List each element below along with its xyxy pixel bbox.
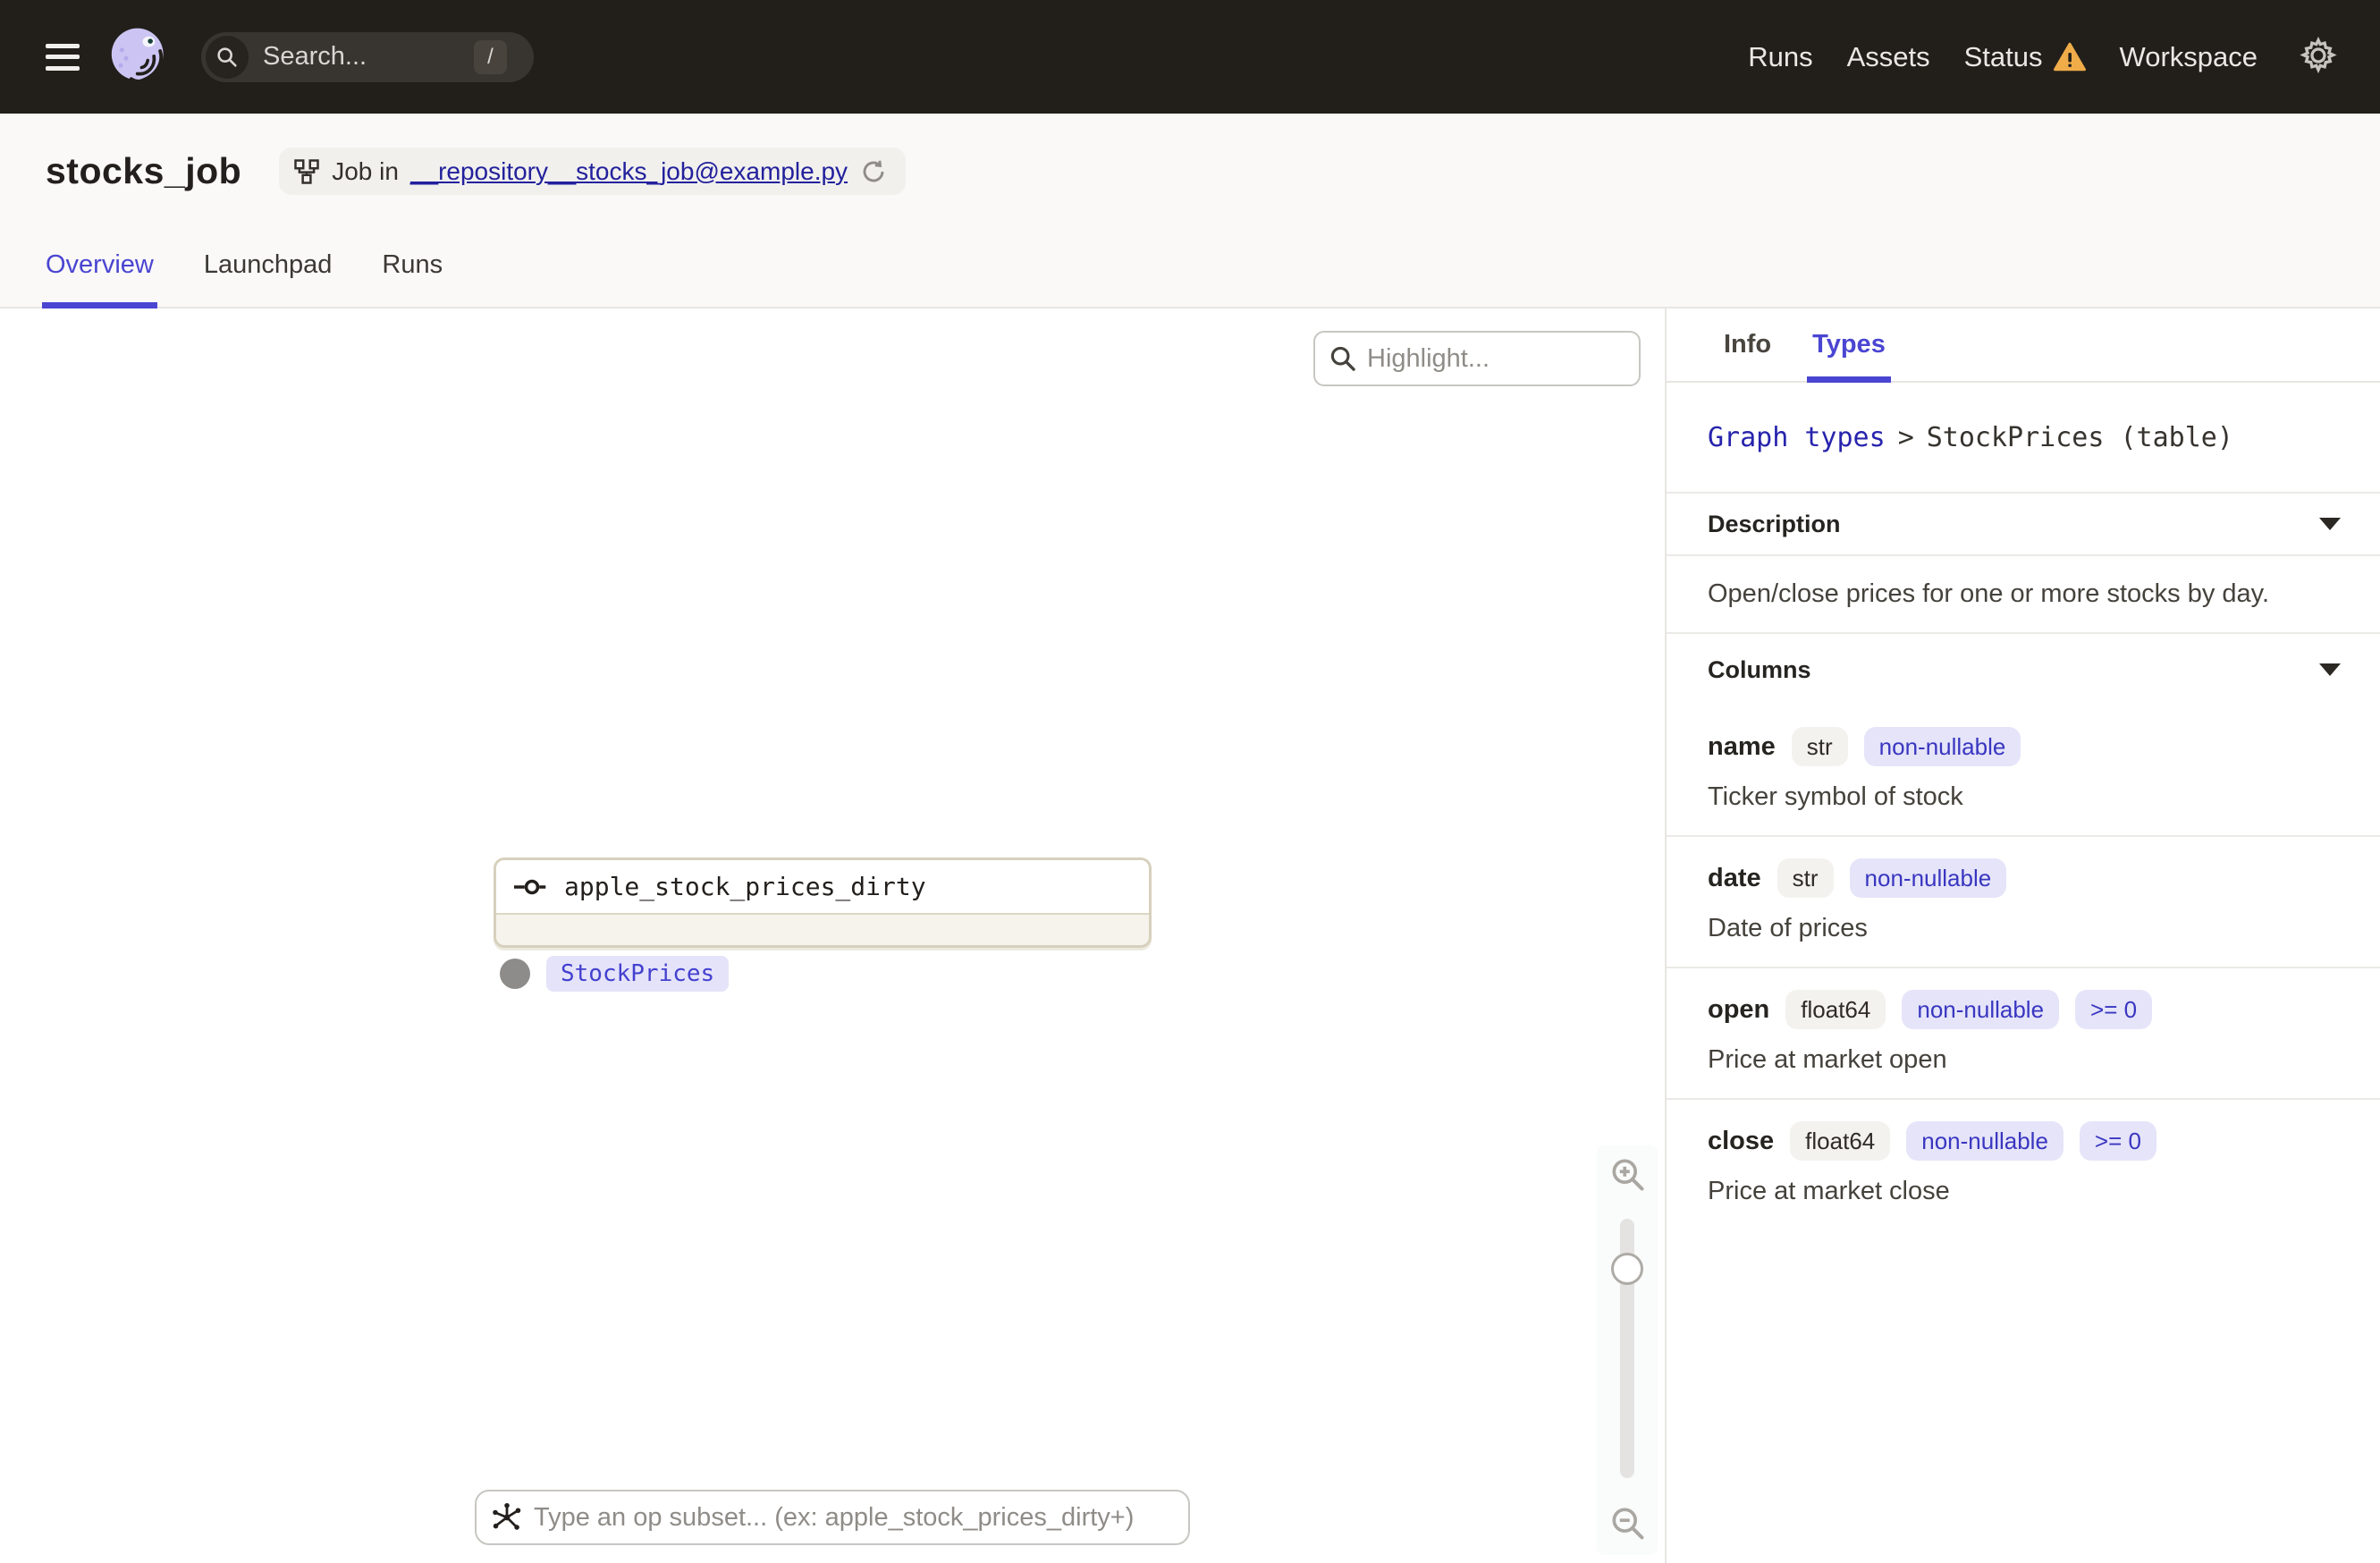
search-placeholder: Search... (263, 42, 367, 71)
op-subset-input[interactable] (534, 1502, 1174, 1533)
columns-list: name str non-nullable Ticker symbol of s… (1667, 705, 2380, 1229)
type-badge: str (1791, 727, 1848, 766)
page-header: stocks_job Job in __repository__stocks_j… (0, 114, 2380, 308)
highlight-search[interactable] (1313, 331, 1641, 386)
output-type-tag[interactable]: StockPrices (546, 956, 730, 992)
zoom-slider[interactable] (1611, 1219, 1643, 1478)
magnifier-icon (1328, 343, 1358, 374)
op-selector-icon (491, 1501, 523, 1533)
gear-icon (2299, 36, 2338, 78)
constraint-badge: >= 0 (2075, 990, 2153, 1029)
breadcrumb-current: StockPrices (table) (1926, 421, 2233, 453)
nav-assets[interactable]: Assets (1847, 41, 1930, 73)
constraint-badge: non-nullable (1902, 990, 2060, 1029)
search-icon (206, 35, 249, 79)
zoom-slider-thumb[interactable] (1611, 1253, 1643, 1285)
op-icon (514, 878, 550, 896)
top-navigation-bar: Search... / Runs Assets Status Workspace (0, 0, 2380, 114)
column-row-close: close float64 non-nullable >= 0 Price at… (1667, 1098, 2380, 1229)
active-tab-underline (42, 302, 157, 308)
op-node-apple-stock-prices-dirty[interactable]: apple_stock_prices_dirty (494, 858, 1152, 948)
active-tab-underline (1807, 376, 1891, 383)
repository-link[interactable]: __repository__stocks_job@example.py (410, 157, 848, 186)
sidebar-tab-info[interactable]: Info (1724, 308, 1771, 381)
settings-button[interactable] (2299, 36, 2338, 78)
hamburger-icon (46, 43, 80, 48)
zoom-out-icon[interactable] (1608, 1503, 1647, 1542)
sidebar-tab-types[interactable]: Types (1807, 308, 1891, 383)
refresh-icon[interactable] (859, 157, 888, 186)
highlight-input[interactable] (1367, 343, 1626, 374)
zoom-in-icon[interactable] (1608, 1154, 1647, 1194)
chevron-down-icon (2319, 663, 2341, 676)
nav-runs[interactable]: Runs (1748, 41, 1812, 73)
type-breadcrumb: Graph types > StockPrices (table) (1667, 383, 2380, 494)
column-row-name: name str non-nullable Ticker symbol of s… (1667, 705, 2380, 835)
sidebar-tabs: Info Types (1667, 308, 2380, 383)
job-badge-prefix: Job in (332, 156, 399, 185)
global-search[interactable]: Search... / (201, 31, 534, 82)
breadcrumb-separator: > (1897, 421, 1914, 453)
column-row-open: open float64 non-nullable >= 0 Price at … (1667, 967, 2380, 1098)
dagster-app: Search... / Runs Assets Status Workspace… (0, 0, 2380, 1563)
type-badge: str (1777, 858, 1834, 898)
zoom-controls (1597, 1145, 1658, 1555)
nav-workspace[interactable]: Workspace (2120, 41, 2258, 73)
constraint-badge: non-nullable (1863, 727, 2021, 766)
op-node-label: apple_stock_prices_dirty (564, 872, 926, 901)
description-section-header[interactable]: Description (1667, 494, 2380, 554)
tab-launchpad[interactable]: Launchpad (204, 250, 333, 307)
page-title: stocks_job (46, 150, 242, 191)
job-graph-icon (293, 158, 320, 185)
warning-icon (2053, 42, 2086, 72)
description-text: Open/close prices for one or more stocks… (1667, 554, 2380, 634)
op-output: StockPrices (500, 956, 730, 992)
nav-status[interactable]: Status (1964, 41, 2086, 73)
op-subset-selector[interactable] (475, 1490, 1190, 1545)
op-graph-canvas[interactable]: apple_stock_prices_dirty StockPrices (0, 308, 1665, 1563)
menu-button[interactable] (46, 43, 80, 71)
type-sidebar: Info Types Graph types > StockPrices (ta… (1665, 308, 2380, 1563)
tab-overview[interactable]: Overview (42, 250, 157, 308)
constraint-badge: non-nullable (1849, 858, 2007, 898)
type-badge: float64 (1790, 1121, 1891, 1161)
constraint-badge: >= 0 (2079, 1121, 2156, 1161)
job-origin-badge: Job in __repository__stocks_job@example.… (279, 148, 907, 195)
chevron-down-icon (2319, 518, 2341, 530)
tab-runs[interactable]: Runs (382, 250, 443, 307)
top-nav-links: Runs Assets Status Workspace (1748, 36, 2338, 78)
columns-section-header[interactable]: Columns (1667, 634, 2380, 705)
dagster-logo (106, 24, 173, 90)
type-badge: float64 (1785, 990, 1886, 1029)
output-handle-icon[interactable] (500, 959, 530, 989)
constraint-badge: non-nullable (1906, 1121, 2064, 1161)
breadcrumb-graph-types-link[interactable]: Graph types (1708, 422, 1886, 453)
slash-shortcut-key: / (474, 39, 507, 74)
column-row-date: date str non-nullable Date of prices (1667, 835, 2380, 967)
job-tabs: Overview Launchpad Runs (42, 250, 443, 308)
